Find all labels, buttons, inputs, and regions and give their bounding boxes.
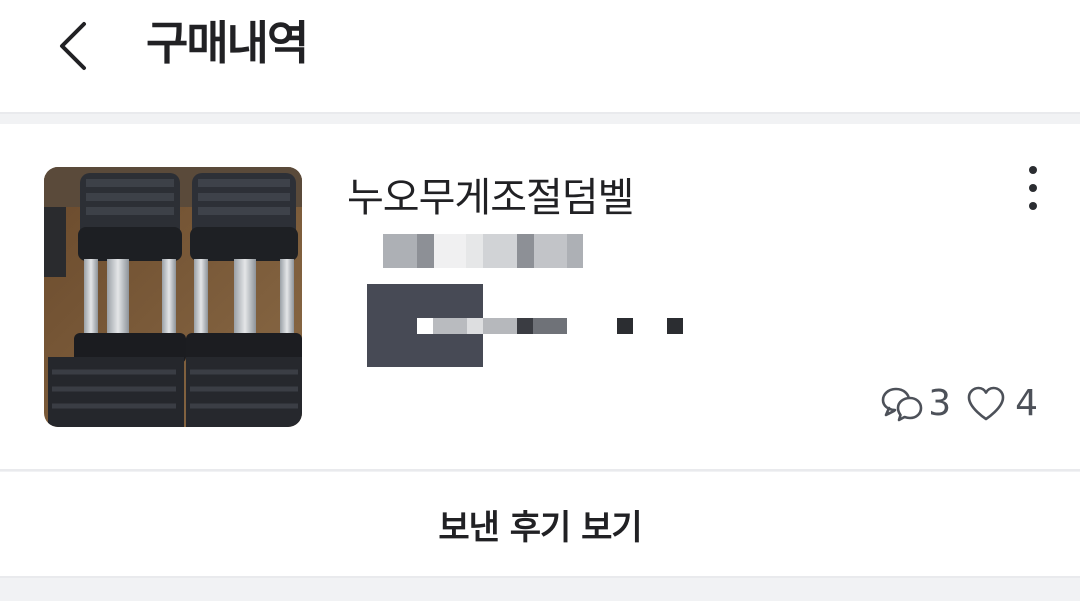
more-options-button[interactable] — [1008, 162, 1058, 214]
review-section: 보낸 후기 보기 — [0, 472, 1080, 578]
back-button[interactable] — [46, 10, 106, 76]
page-title: 구매내역 — [146, 16, 309, 70]
dumbbell-photo — [44, 167, 302, 427]
view-sent-review-button[interactable]: 보낸 후기 보기 — [0, 472, 1080, 576]
item-thumbnail[interactable] — [44, 167, 302, 427]
chat-bubbles-icon — [881, 387, 923, 422]
item-meta-redacted — [383, 234, 583, 268]
heart-icon — [967, 386, 1005, 421]
purchase-item-card[interactable]: 누오무게조절덤벨 3 4 — [0, 124, 1080, 471]
app-header: 구매내역 — [0, 0, 1080, 114]
comment-count: 3 — [928, 383, 952, 424]
like-count: 4 — [1015, 383, 1038, 424]
item-stats: 3 4 — [880, 382, 1038, 426]
item-title[interactable]: 누오무게조절덤벨 — [347, 170, 634, 226]
comment-stat: 3 — [880, 382, 951, 426]
like-stat: 4 — [965, 382, 1038, 426]
chevron-left-icon — [60, 22, 86, 70]
